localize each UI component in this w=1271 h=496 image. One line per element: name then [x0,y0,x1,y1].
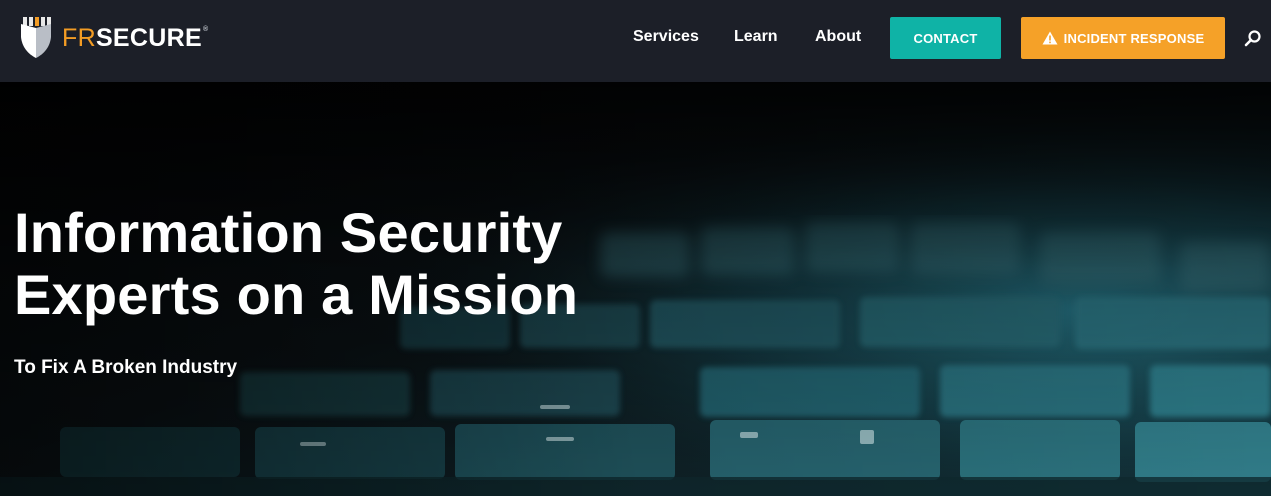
nav-about[interactable]: About [815,28,861,46]
contact-button-label: CONTACT [913,30,978,46]
logo-trademark: ® [202,25,209,33]
shield-icon [20,17,52,59]
page: FRSECURE® Services Learn About CONTACT I… [0,0,1271,496]
logo-prefix: FR [62,23,96,52]
hero-section: Information Security Experts on a Missio… [0,82,1271,496]
hero-title: Information Security Experts on a Missio… [14,202,664,326]
incident-response-label: INCIDENT RESPONSE [1063,30,1205,46]
logo-wordmark: FRSECURE® [62,23,209,52]
nav-services[interactable]: Services [633,28,699,46]
hero-title-line-2: Experts on a Mission [14,263,579,326]
contact-button[interactable]: CONTACT [890,17,1001,59]
site-header: FRSECURE® Services Learn About CONTACT I… [0,0,1271,82]
nav-learn[interactable]: Learn [734,28,778,46]
warning-icon [1042,31,1058,45]
incident-response-button[interactable]: INCIDENT RESPONSE [1021,17,1225,59]
search-icon[interactable] [1243,29,1263,49]
hero-subtitle: To Fix A Broken Industry [14,357,238,378]
hero-title-line-1: Information Security [14,201,563,264]
logo-name: SECURE [95,23,202,52]
frsecure-logo[interactable]: FRSECURE® [20,17,208,59]
